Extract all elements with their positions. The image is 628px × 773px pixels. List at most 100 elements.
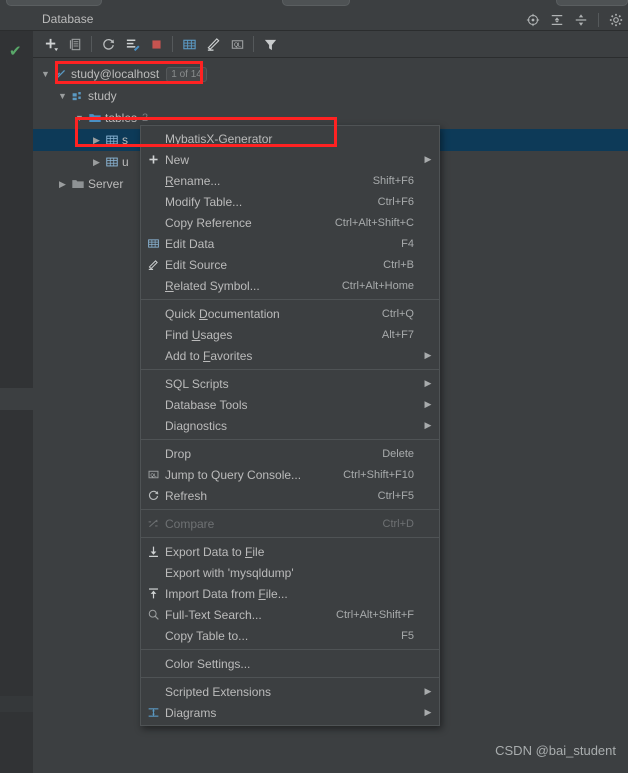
data-source-properties-button[interactable]: [120, 33, 144, 55]
menu-item-diagrams[interactable]: Diagrams ▶: [141, 702, 439, 723]
menu-item-copy-table-to-shortcut: F5: [401, 629, 414, 642]
menu-item-scripted-extensions[interactable]: Scripted Extensions ▶: [141, 681, 439, 702]
top-tab-1[interactable]: [6, 0, 102, 6]
tree-item-table-first-label: s: [122, 133, 128, 147]
menu-item-modify-table-shortcut: Ctrl+F6: [377, 195, 414, 208]
menu-item-mybatisx-generator[interactable]: MybatisX-Generator: [141, 128, 439, 149]
menu-item-full-text-search-label: Full-Text Search...: [165, 607, 262, 622]
menu-item-compare-shortcut: Ctrl+D: [382, 517, 414, 530]
stop-button[interactable]: [144, 33, 168, 55]
chevron-down-icon[interactable]: ▼: [73, 107, 86, 129]
menu-separator: [141, 537, 439, 538]
compare-icon: [141, 513, 165, 534]
menu-item-copy-reference[interactable]: Copy Reference Ctrl+Alt+Shift+C: [141, 212, 439, 233]
left-tool-strip: ✔: [0, 8, 33, 773]
toolbar-separator-2: [172, 36, 173, 52]
tree-item-schema-label: study: [88, 89, 117, 103]
scope-icon[interactable]: [523, 10, 543, 30]
menu-item-rename[interactable]: Rename... Shift+F6: [141, 170, 439, 191]
menu-item-export-with-mysqldump[interactable]: Export with 'mysqldump': [141, 562, 439, 583]
menu-item-find-usages[interactable]: Find Usages Alt+F7: [141, 324, 439, 345]
menu-item-compare: Compare Ctrl+D: [141, 513, 439, 534]
menu-item-jump-to-query-console-label: Jump to Query Console...: [165, 467, 302, 482]
datasource-icon: [52, 63, 69, 85]
refresh-button[interactable]: [96, 33, 120, 55]
chevron-right-icon[interactable]: ▶: [90, 151, 103, 173]
menu-item-diagnostics[interactable]: Diagnostics ▶: [141, 415, 439, 436]
menu-item-color-settings[interactable]: Color Settings...: [141, 653, 439, 674]
no-icon: [141, 275, 165, 296]
edit-data-button[interactable]: [177, 33, 201, 55]
page-title: Database: [42, 12, 94, 26]
menu-item-edit-data[interactable]: Edit Data F4: [141, 233, 439, 254]
menu-item-find-usages-label: Find Usages: [165, 327, 233, 342]
collapse-all-icon[interactable]: [571, 10, 591, 30]
menu-item-new[interactable]: New ▶: [141, 149, 439, 170]
menu-item-related-symbol[interactable]: Related Symbol... Ctrl+Alt+Home: [141, 275, 439, 296]
menu-item-modify-table[interactable]: Modify Table... Ctrl+F6: [141, 191, 439, 212]
menu-item-related-symbol-shortcut: Ctrl+Alt+Home: [341, 279, 414, 292]
no-icon: [141, 562, 165, 583]
chevron-down-icon[interactable]: ▼: [39, 63, 52, 85]
query-console-button[interactable]: QL: [225, 33, 249, 55]
menu-item-quick-documentation-shortcut: Ctrl+Q: [381, 307, 414, 320]
left-strip-top-cell: [0, 8, 33, 31]
menu-item-find-usages-shortcut: Alt+F7: [381, 328, 414, 341]
submenu-arrow-icon: ▶: [424, 350, 432, 360]
edit-source-button[interactable]: [201, 33, 225, 55]
menu-item-drop[interactable]: Drop Delete: [141, 443, 439, 464]
chevron-right-icon[interactable]: ▶: [56, 173, 69, 195]
toolbar-separator-3: [253, 36, 254, 52]
diagram-icon: [141, 702, 165, 723]
chevron-right-icon[interactable]: ▶: [90, 129, 103, 151]
menu-item-quick-documentation[interactable]: Quick Documentation Ctrl+Q: [141, 303, 439, 324]
submenu-arrow-icon: ▶: [424, 707, 432, 717]
duplicate-button[interactable]: [63, 33, 87, 55]
menu-item-add-to-favorites[interactable]: Add to Favorites ▶: [141, 345, 439, 366]
menu-separator: [141, 439, 439, 440]
table-icon: [103, 129, 120, 151]
plus-icon: [141, 149, 165, 170]
folder-icon: [86, 107, 103, 129]
settings-gear-icon[interactable]: [606, 10, 626, 30]
menu-item-full-text-search[interactable]: Full-Text Search... Ctrl+Alt+Shift+F: [141, 604, 439, 625]
menu-item-copy-table-to[interactable]: Copy Table to... F5: [141, 625, 439, 646]
no-icon: [141, 443, 165, 464]
refresh-icon: [141, 485, 165, 506]
menu-separator: [141, 369, 439, 370]
filter-button[interactable]: [258, 33, 282, 55]
no-icon: [141, 345, 165, 366]
menu-item-rename-label: Rename...: [165, 173, 221, 188]
menu-separator: [141, 299, 439, 300]
tree-item-schema[interactable]: ▼ study: [33, 85, 628, 107]
expand-all-icon[interactable]: [547, 10, 567, 30]
chevron-down-icon[interactable]: ▼: [56, 85, 69, 107]
menu-item-sql-scripts[interactable]: SQL Scripts ▶: [141, 373, 439, 394]
menu-item-database-tools[interactable]: Database Tools ▶: [141, 394, 439, 415]
database-toolbar: QL: [33, 31, 628, 58]
menu-item-copy-table-to-label: Copy Table to...: [165, 628, 249, 643]
top-tab-2[interactable]: [282, 0, 350, 6]
menu-item-export-data-to-file[interactable]: Export Data to File: [141, 541, 439, 562]
menu-item-import-data-from-file[interactable]: Import Data from File...: [141, 583, 439, 604]
menu-separator: [141, 649, 439, 650]
import-icon: [141, 583, 165, 604]
menu-item-copy-reference-label: Copy Reference: [165, 215, 252, 230]
menu-item-color-settings-label: Color Settings...: [165, 656, 251, 671]
menu-item-database-tools-label: Database Tools: [165, 397, 248, 412]
no-icon: [141, 212, 165, 233]
tree-item-connection-label: study@localhost: [71, 67, 160, 81]
tree-item-connection[interactable]: ▼ study@localhost 1 of 14: [33, 63, 628, 85]
menu-item-refresh[interactable]: Refresh Ctrl+F5: [141, 485, 439, 506]
menu-item-mybatisx-generator-label: MybatisX-Generator: [165, 131, 273, 146]
database-tool-window: ✔ Database QL ▼ study@localhost 1 of 14 …: [0, 0, 628, 773]
no-icon: [141, 128, 165, 149]
add-data-source-button[interactable]: [39, 33, 63, 55]
menu-item-compare-label: Compare: [165, 516, 215, 531]
menu-item-refresh-label: Refresh: [165, 488, 208, 503]
top-tab-3[interactable]: [556, 0, 628, 6]
menu-item-refresh-shortcut: Ctrl+F5: [377, 489, 414, 502]
menu-item-edit-source[interactable]: Edit Source Ctrl+B: [141, 254, 439, 275]
menu-item-jump-to-query-console[interactable]: QL Jump to Query Console... Ctrl+Shift+F…: [141, 464, 439, 485]
menu-item-quick-documentation-label: Quick Documentation: [165, 306, 280, 321]
